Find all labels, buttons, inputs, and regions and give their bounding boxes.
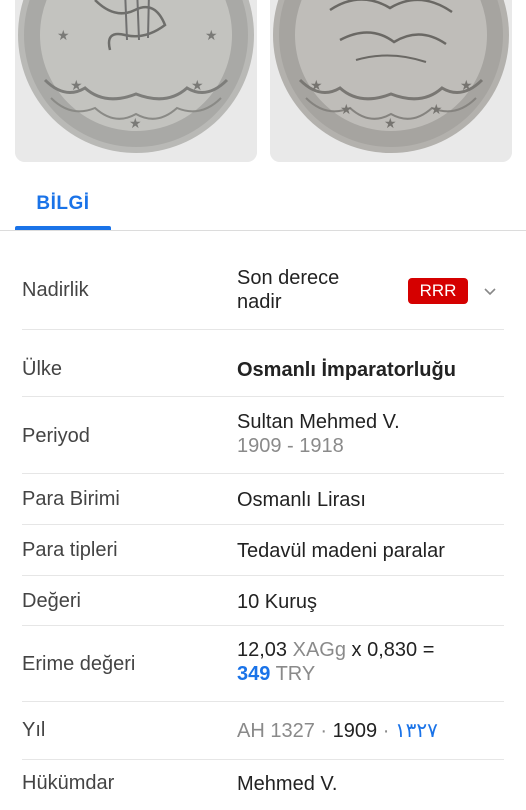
svg-text:★: ★ [70, 78, 83, 94]
year-gregorian: 1909 [332, 720, 378, 742]
tab-bilgi[interactable]: BİLGİ [15, 178, 111, 230]
row-ruler: Hükümdar Mehmed V. [0, 760, 526, 810]
tab-bar: BİLGİ [0, 178, 526, 232]
types-label: Para tipleri [22, 539, 118, 561]
row-rarity[interactable]: Nadirlik Son derece nadir RRR [0, 232, 526, 330]
types-value: Tedavül madeni paralar [237, 540, 445, 562]
rarity-value-line1: Son derece [237, 267, 340, 289]
rarity-badge: RRR [408, 278, 468, 304]
svg-text:★: ★ [340, 102, 353, 118]
currency-label: Para Birimi [22, 488, 120, 510]
row-period: Periyod Sultan Mehmed V. 1909 - 1918 [0, 397, 526, 474]
rarity-value: Son derece nadir [237, 266, 339, 314]
svg-text:★: ★ [310, 78, 323, 94]
ruler-value: Mehmed V. [237, 773, 338, 795]
svg-text:★: ★ [205, 28, 218, 44]
year-arabic: ١٣٢٧ [394, 720, 438, 742]
coin-obverse-image[interactable]: ★ ★ ★ ★ ★ [15, 0, 257, 162]
melt-factor: x 0,830 = [351, 639, 435, 661]
svg-text:★: ★ [430, 102, 443, 118]
row-country: Ülke Osmanlı İmparatorluğu [0, 330, 526, 397]
period-years: 1909 - 1918 [237, 435, 344, 457]
rarity-value-line2: nadir [237, 291, 282, 313]
row-year: Yıl AH 1327 · 1909 · ١٣٢٧ [0, 702, 526, 760]
country-label: Ülke [22, 358, 63, 380]
melt-unit: XAGg [292, 639, 346, 661]
row-denomination: Değeri 10 Kuruş [0, 576, 526, 626]
year-value: AH 1327 · 1909 · ١٣٢٧ [237, 719, 438, 743]
melt-weight: 12,03 [237, 639, 288, 661]
year-sep: · [382, 720, 390, 742]
currency-value: Osmanlı Lirası [237, 489, 366, 511]
melt-amount: 349 [237, 663, 271, 685]
period-ruler: Sultan Mehmed V. [237, 411, 400, 433]
row-melt-value: Erime değeri 12,03 XAGg x 0,830 = 349 TR… [0, 626, 526, 702]
row-types: Para tipleri Tedavül madeni paralar [0, 525, 526, 576]
year-label: Yıl [22, 719, 46, 741]
chevron-down-icon[interactable] [480, 281, 500, 301]
svg-text:★: ★ [460, 78, 473, 94]
melt-label: Erime değeri [22, 653, 136, 675]
coin-images: ★ ★ ★ ★ ★ ★ ★ ★ ★ ★ [0, 0, 526, 170]
denomination-label: Değeri [22, 590, 81, 612]
svg-text:★: ★ [384, 116, 397, 132]
rarity-label: Nadirlik [22, 279, 89, 301]
year-ah: AH 1327 [237, 720, 315, 742]
tab-divider [0, 230, 526, 231]
period-label: Periyod [22, 425, 90, 447]
row-currency: Para Birimi Osmanlı Lirası [0, 474, 526, 525]
svg-text:★: ★ [129, 116, 142, 132]
svg-text:★: ★ [191, 78, 204, 94]
country-value: Osmanlı İmparatorluğu [237, 359, 456, 381]
year-sep: · [320, 720, 328, 742]
period-value: Sultan Mehmed V. 1909 - 1918 [237, 410, 400, 458]
melt-value: 12,03 XAGg x 0,830 = 349 TRY [237, 638, 434, 686]
denomination-value: 10 Kuruş [237, 591, 318, 613]
coin-reverse-image[interactable]: ★ ★ ★ ★ ★ [270, 0, 512, 162]
svg-text:★: ★ [57, 28, 70, 44]
melt-currency: TRY [275, 663, 316, 685]
ruler-label: Hükümdar [22, 772, 115, 794]
